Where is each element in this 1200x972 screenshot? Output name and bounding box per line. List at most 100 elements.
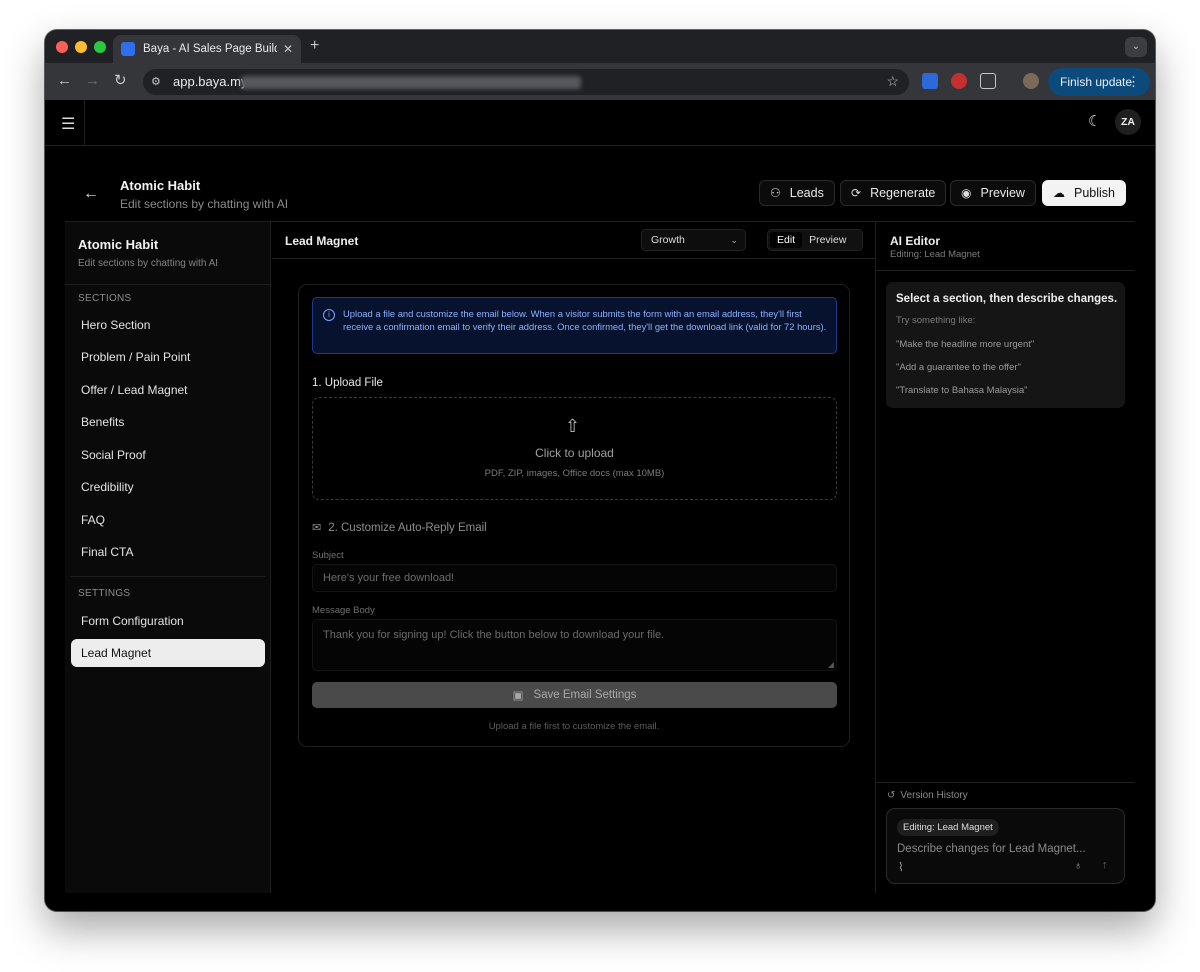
extension-icon[interactable] [922,73,938,89]
more-menu-icon[interactable]: ⋮ [1127,68,1140,96]
chat-composer[interactable]: Editing: Lead Magnet Describe changes fo… [886,808,1125,884]
tip-example[interactable]: "Add a guarantee to the offer" [896,362,1021,373]
regenerate-button[interactable]: ⟳ Regenerate [840,180,947,206]
ai-editor-subtitle: Editing: Lead Magnet [890,249,980,260]
divider [876,782,1135,783]
theme-select[interactable]: Growth ⌄ [641,229,746,251]
upload-first-note: Upload a file first to customize the ema… [488,721,660,732]
leads-label: Leads [789,186,824,200]
sections-heading: SECTIONS [78,293,132,304]
editor-header: Lead Magnet Growth ⌄ Edit Preview [272,222,876,259]
reload-icon[interactable]: ↻ [114,72,127,90]
email-section-label: ✉ 2. Customize Auto-Reply Email [312,521,487,535]
info-icon: i [323,309,335,321]
tab-search-icon[interactable]: ⌄ [1125,37,1147,57]
chat-input[interactable]: Describe changes for Lead Magnet... [897,843,1086,855]
upload-title: Click to upload [535,446,614,460]
publish-label: Publish [1074,186,1115,200]
theme-select-value: Growth [651,234,685,246]
message-body-textarea[interactable]: Thank you for signing up! Click the butt… [312,619,837,671]
site-info-icon[interactable]: ⚙ [151,75,165,89]
divider [84,100,85,146]
tips-card: Select a section, then describe changes.… [886,282,1125,408]
bookmark-star-icon[interactable]: ☆ [886,73,899,90]
chevron-down-icon: ⌄ [730,235,738,245]
sidebar-item-hero-section[interactable]: Hero Section [71,311,265,339]
close-tab-icon[interactable]: ✕ [283,42,293,56]
content-area: Atomic Habit Edit sections by chatting w… [65,221,1135,893]
sidebar-item-form-configuration[interactable]: Form Configuration [71,607,265,635]
editor-title: Lead Magnet [285,234,359,248]
version-history-link[interactable]: ↺ Version History [887,790,968,801]
upload-file-label: 1. Upload File [312,377,383,389]
leads-button[interactable]: ⚇ Leads [759,180,835,206]
address-bar[interactable]: ⚙ app.baya.my ☆ [143,69,909,95]
app: ☰ ☾ ZA ← Atomic Habit Edit sections by c… [45,100,1155,911]
extension-icon[interactable] [951,73,967,89]
mail-icon: ✉ [312,522,322,534]
extensions-puzzle-icon[interactable] [980,73,996,89]
editing-chip: Editing: Lead Magnet [897,819,999,836]
preview-button[interactable]: ◉ Preview [950,180,1036,206]
browser-tab[interactable]: Baya - AI Sales Page Builder ✕ [113,35,301,63]
tip-example[interactable]: "Translate to Bahasa Malaysia" [896,385,1028,396]
back-icon[interactable]: ← [57,72,72,90]
publish-button[interactable]: ☁ Publish [1042,180,1126,206]
tab-preview[interactable]: Preview [802,232,853,248]
sidebar-item-benefits[interactable]: Benefits [71,408,265,436]
minimize-window-button[interactable] [75,41,87,53]
tip-example[interactable]: "Make the headline more urgent" [896,339,1034,350]
tab-strip: Baya - AI Sales Page Builder ✕ + ⌄ [45,30,1155,63]
menu-icon[interactable]: ☰ [61,114,75,134]
new-tab-icon[interactable]: + [310,37,319,55]
editor-panel: Lead Magnet Growth ⌄ Edit Preview i Uplo… [272,222,876,893]
cloud-upload-icon: ☁ [1053,186,1065,200]
paperclip-icon[interactable]: ⌇ [898,860,904,874]
dark-mode-icon[interactable]: ☾ [1088,112,1101,130]
message-body-placeholder: Thank you for signing up! Click the butt… [323,629,665,641]
browser-toolbar: ← → ↻ ⚙ app.baya.my ☆ Finish update ⋮ [45,63,1155,100]
sidebar-item-faq[interactable]: FAQ [71,506,265,534]
close-window-button[interactable] [56,41,68,53]
back-arrow-icon[interactable]: ← [83,185,99,203]
browser-window: Baya - AI Sales Page Builder ✕ + ⌄ ← → ↻… [45,30,1155,911]
upload-dropzone[interactable]: ⇧ Click to upload PDF, ZIP, images, Offi… [312,397,837,500]
profile-avatar[interactable] [1023,73,1039,89]
sidebar-item-credibility[interactable]: Credibility [71,473,265,501]
tab-edit[interactable]: Edit [770,232,803,248]
subject-input[interactable]: Here's your free download! [312,564,837,592]
url-redacted [241,76,581,89]
lightbulb-icon[interactable]: ♁ [1074,860,1082,872]
page-subtitle: Edit sections by chatting with AI [120,197,289,211]
maximize-window-button[interactable] [94,41,106,53]
email-section-text: 2. Customize Auto-Reply Email [328,521,487,534]
page-title: Atomic Habit [120,178,201,193]
settings-heading: SETTINGS [78,588,131,599]
user-avatar[interactable]: ZA [1115,109,1141,135]
resize-handle-icon[interactable]: ◢ [828,660,834,669]
send-arrow-icon[interactable]: ↑ [1102,859,1108,871]
message-body-label: Message Body [312,605,375,616]
sidebar-item-offer[interactable]: Offer / Lead Magnet [71,376,265,404]
tab-title: Baya - AI Sales Page Builder [143,43,277,55]
sidebar-item-final-cta[interactable]: Final CTA [71,538,265,566]
finish-update-button[interactable]: Finish update ⋮ [1048,68,1150,96]
forward-icon[interactable]: → [85,72,100,90]
sidebar-item-social-proof[interactable]: Social Proof [71,441,265,469]
ai-editor-title: AI Editor [890,234,940,248]
edit-preview-toggle: Edit Preview [767,229,863,251]
divider [71,576,265,577]
sidebar-title: Atomic Habit [78,237,159,252]
finish-update-label: Finish update [1060,75,1133,89]
info-alert: i Upload a file and customize the email … [312,297,837,354]
version-history-label: Version History [900,790,968,801]
sidebar-item-problem[interactable]: Problem / Pain Point [71,343,265,371]
save-email-settings-button[interactable]: ▣ Save Email Settings [312,682,837,708]
upload-icon: ⇧ [565,416,581,436]
tips-subheading: Try something like: [896,315,976,326]
regenerate-label: Regenerate [870,186,936,200]
users-icon: ⚇ [770,186,781,200]
divider [65,284,271,285]
app-topbar: ☰ ☾ ZA [45,100,1155,146]
sidebar-item-lead-magnet[interactable]: Lead Magnet [71,639,265,667]
